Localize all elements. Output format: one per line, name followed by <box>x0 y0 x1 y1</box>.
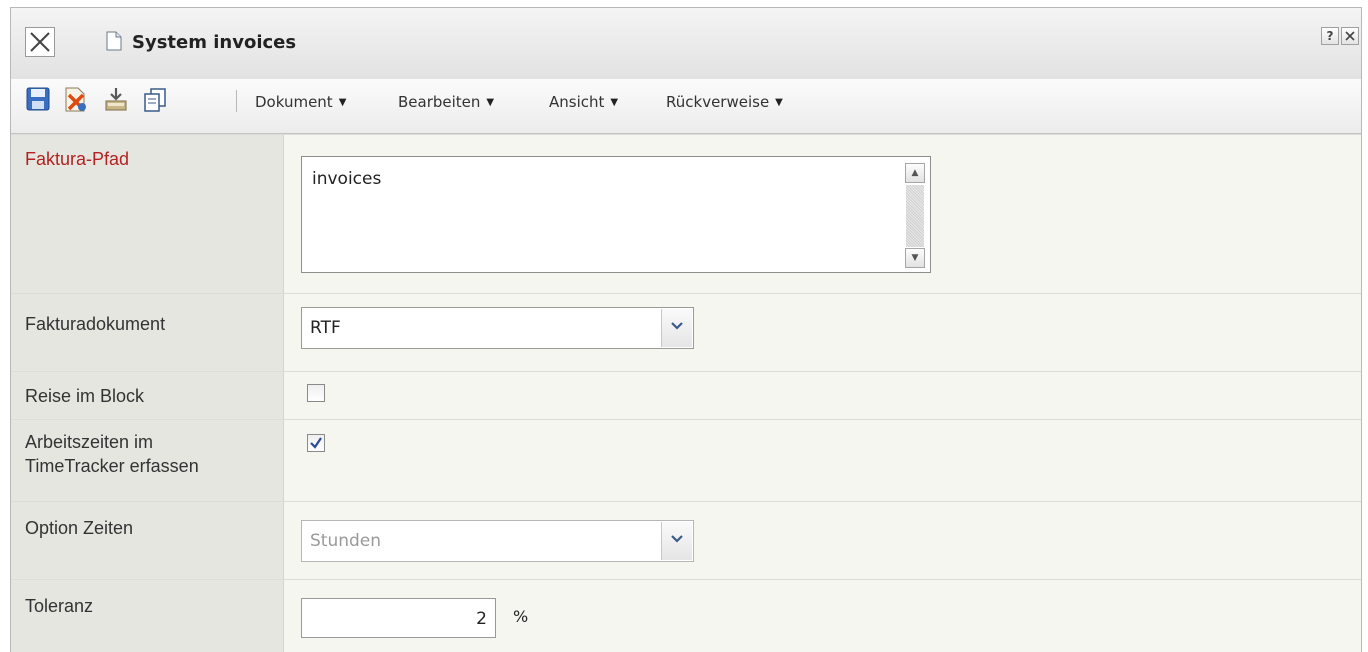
scrollbar-track[interactable] <box>906 185 924 247</box>
faktura-pfad-label: Faktura-Pfad <box>25 149 130 169</box>
toleranz-unit: % <box>513 607 529 626</box>
form-row-reise-im-block: Reise im Block <box>11 371 1361 419</box>
option-zeiten-value: Stunden <box>310 531 382 551</box>
chevron-down-icon <box>671 535 683 543</box>
copy-icon[interactable] <box>142 87 168 113</box>
menu-ansicht[interactable]: Ansicht ▼ <box>549 93 618 111</box>
close-icon <box>1345 31 1355 41</box>
faktura-pfad-textarea[interactable]: invoices ▲ ▼ <box>301 156 931 273</box>
menu-rueckverweise[interactable]: Rückverweise ▼ <box>666 93 783 111</box>
save-icon[interactable] <box>26 87 50 111</box>
arbeitszeiten-label-line2: TimeTracker erfassen <box>25 456 199 476</box>
close-icon <box>30 32 50 52</box>
system-invoices-window: System invoices ? Dokument ▼ Bearbeiten ▼ … <box>10 7 1362 652</box>
fakturadokument-value: RTF <box>310 318 341 338</box>
scroll-down-button[interactable]: ▼ <box>905 248 925 268</box>
toolbar-separator <box>236 90 237 112</box>
fakturadokument-label: Fakturadokument <box>25 314 166 334</box>
arbeitszeiten-checkbox[interactable] <box>307 434 325 452</box>
form-row-toleranz: Toleranz <box>11 579 1361 652</box>
delete-document-icon[interactable] <box>63 87 89 113</box>
reise-im-block-label: Reise im Block <box>25 386 145 406</box>
dropdown-arrow-icon: ▼ <box>338 97 347 108</box>
scroll-up-button[interactable]: ▲ <box>905 163 925 183</box>
dropdown-arrow-icon: ▼ <box>775 97 783 108</box>
dropdown-button[interactable] <box>661 522 692 560</box>
menu-dokument[interactable]: Dokument ▼ <box>255 93 346 111</box>
title-bar: System invoices ? <box>11 8 1361 80</box>
window-title: System invoices <box>132 32 297 53</box>
fakturadokument-select[interactable]: RTF <box>301 307 694 349</box>
dropdown-arrow-icon: ▼ <box>486 97 495 108</box>
toleranz-label: Toleranz <box>25 596 94 616</box>
reise-im-block-checkbox[interactable] <box>307 384 325 402</box>
help-button[interactable]: ? <box>1321 27 1339 45</box>
arbeitszeiten-label-line1: Arbeitszeiten im <box>25 432 154 452</box>
close-window-button[interactable] <box>25 27 55 57</box>
chevron-down-icon <box>671 322 683 330</box>
option-zeiten-label: Option Zeiten <box>25 518 134 538</box>
menu-bearbeiten[interactable]: Bearbeiten ▼ <box>398 93 494 111</box>
form-row-arbeitszeiten: Arbeitszeiten im TimeTracker erfassen <box>11 419 1361 501</box>
dropdown-button[interactable] <box>661 309 692 347</box>
close-small-button[interactable] <box>1341 27 1359 45</box>
dropdown-arrow-icon: ▼ <box>610 97 619 108</box>
checkmark-icon <box>310 437 322 449</box>
textarea-scrollbar[interactable]: ▲ ▼ <box>896 157 930 272</box>
option-zeiten-select[interactable]: Stunden <box>301 520 694 562</box>
import-icon[interactable] <box>103 87 129 113</box>
toleranz-value: 2 <box>476 609 487 629</box>
toleranz-input[interactable]: 2 <box>301 598 496 638</box>
document-icon <box>106 31 122 51</box>
faktura-pfad-value: invoices <box>312 169 382 189</box>
